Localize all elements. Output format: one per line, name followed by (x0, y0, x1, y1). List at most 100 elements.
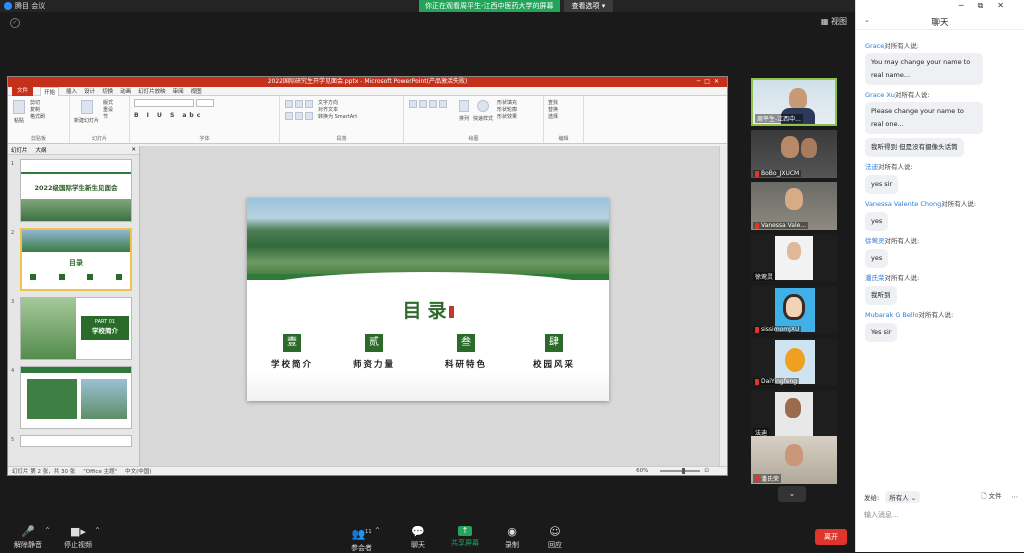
record-button[interactable]: ◉ 录制 (505, 526, 519, 550)
replace-button[interactable]: 替换 (548, 106, 579, 113)
share-screen-button[interactable]: ↑ 共享屏幕 (451, 526, 479, 548)
participant-face (787, 242, 801, 260)
tab-slides[interactable]: 幻灯片 (11, 146, 28, 154)
chevron-down-icon[interactable]: ⌄ (864, 16, 870, 24)
shape-outline-button[interactable]: 形状轮廓 (497, 106, 517, 113)
font-size-select[interactable] (196, 99, 214, 107)
video-tile[interactable]: BoBo_JXUCM (751, 130, 837, 178)
shape-oval-icon[interactable] (429, 100, 437, 108)
copy-button[interactable]: 复制 (30, 106, 45, 113)
section-button[interactable]: 节 (103, 113, 113, 120)
shape-fill-button[interactable]: 形状填充 (497, 99, 517, 106)
font-format-buttons[interactable]: B I U S abc (134, 112, 275, 119)
video-tile[interactable]: 潘氏荣 (751, 436, 837, 484)
sender-name: 法迪 (865, 163, 878, 171)
shape-rect-icon[interactable] (409, 100, 417, 108)
leave-meeting-button[interactable]: 离开 (815, 529, 847, 545)
chevron-up-icon[interactable]: ^ (375, 527, 380, 534)
quick-styles-label: 快速样式 (473, 116, 494, 122)
participant-count: 11 (365, 529, 372, 535)
message-bubble: yes (865, 249, 889, 268)
participants-button[interactable]: 👥11 参会者 ^ (351, 526, 380, 553)
slide-thumbnail-5[interactable] (20, 435, 132, 447)
bullets-icon[interactable] (285, 100, 293, 108)
align-center-icon[interactable] (295, 112, 303, 120)
view-options-button[interactable]: 查看选项 ▾ (563, 0, 614, 12)
font-name-select[interactable] (134, 99, 194, 107)
zoom-slider[interactable] (660, 468, 701, 474)
chevron-up-icon[interactable]: ^ (95, 527, 100, 534)
ppt-tab-insert[interactable]: 插入 (66, 87, 77, 95)
indent-icon[interactable] (305, 100, 313, 108)
layout-button[interactable]: 版式 (103, 99, 113, 106)
smartart-button[interactable]: 转换为 SmartArt (318, 113, 357, 120)
ppt-tab-transitions[interactable]: 切换 (102, 87, 113, 95)
slide-thumbnail-3[interactable]: PART 01 学校简介 (20, 297, 132, 360)
format-painter-button[interactable]: 格式刷 (30, 113, 45, 120)
video-tile[interactable]: sissimomJXU (751, 286, 837, 334)
window-controls[interactable]: ─⧉✕ (959, 1, 1018, 11)
recipient-select[interactable]: 所有人 ⌄ (885, 490, 921, 503)
select-button[interactable]: 选择 (548, 113, 579, 120)
slide-thumbnail-4[interactable] (20, 366, 132, 429)
shape-effects-button[interactable]: 形状效果 (497, 113, 517, 120)
fit-window-icon[interactable]: ⊡ (704, 468, 709, 474)
shape-arrow-icon[interactable] (439, 100, 447, 108)
security-shield-icon[interactable]: ✓ (10, 18, 20, 28)
align-right-icon[interactable] (305, 112, 313, 120)
ppt-tab-review[interactable]: 审阅 (173, 87, 184, 95)
gallery-scroll-down-button[interactable]: ⌄ (778, 486, 806, 502)
chat-message-input[interactable]: 输入消息... (864, 510, 899, 520)
meeting-app: 腾目 会议 你正在观看周平生-江西中医药大学的屏幕 查看选项 ▾ ✓ ▦ 视图 … (0, 0, 1024, 552)
toc-item: 壹 学校简介 (257, 330, 327, 370)
arrange-icon[interactable] (459, 100, 469, 112)
find-button[interactable]: 查找 (548, 99, 579, 106)
chevron-up-icon[interactable]: ^ (45, 527, 50, 534)
numbering-icon[interactable] (295, 100, 303, 108)
ppt-window-controls[interactable]: ─□✕ (697, 77, 723, 87)
stop-video-button[interactable]: ■▸ 停止视频 ^ (64, 526, 100, 550)
shape-line-icon[interactable] (419, 100, 427, 108)
ppt-vertical-scrollbar[interactable] (719, 146, 727, 466)
more-options-icon[interactable]: ⋯ (1012, 493, 1019, 501)
language: 中文(中国) (125, 469, 152, 475)
video-tile[interactable]: 法迪 (751, 390, 837, 438)
align-text-button[interactable]: 对齐文本 (318, 106, 357, 113)
video-tile[interactable]: 周平生-江西中... (751, 78, 837, 126)
file-button[interactable]: 🗋 文件 (981, 490, 1001, 503)
ppt-tab-design[interactable]: 设计 (84, 87, 95, 95)
unmute-button[interactable]: 🎤 解除静音 ^ (14, 526, 50, 550)
new-slide-icon[interactable] (80, 100, 93, 114)
thumb-toc-box (87, 274, 94, 280)
ppt-tab-file[interactable]: 文件 (12, 86, 34, 96)
video-tile[interactable]: 徐莺灵 (751, 234, 837, 282)
video-tile[interactable]: Vanessa Vale... (751, 182, 837, 230)
reactions-button[interactable]: ☺ 回应 (548, 526, 562, 550)
align-left-icon[interactable] (285, 112, 293, 120)
ppt-tab-home[interactable]: 开始 (40, 86, 60, 96)
ppt-tab-slideshow[interactable]: 幻灯片放映 (138, 87, 166, 95)
slide-thumbnail-2[interactable]: 目录 (20, 228, 132, 291)
video-tile[interactable]: DaiYingfeng (751, 338, 837, 386)
group-name-paragraph: 段落 (336, 136, 347, 142)
quick-styles-icon[interactable] (477, 100, 489, 112)
message-bubble: You may change your name to real name... (865, 53, 983, 85)
zoom-slider-knob[interactable] (682, 468, 686, 474)
chat-button[interactable]: 💬 聊天 (411, 526, 425, 550)
cut-button[interactable]: 剪切 (30, 99, 45, 106)
reset-button[interactable]: 重设 (103, 106, 113, 113)
paste-icon[interactable] (13, 100, 25, 114)
view-button[interactable]: ▦ 视图 (821, 16, 847, 27)
message-bubble: yes (865, 212, 889, 231)
muted-mic-icon (755, 326, 759, 333)
arrange-label: 排列 (458, 116, 469, 122)
ppt-tab-view[interactable]: 视图 (191, 87, 202, 95)
slide-thumbnail-1[interactable]: 2022级国际学生新生见面会 (20, 159, 132, 222)
text-direction-button[interactable]: 文字方向 (318, 99, 357, 106)
ppt-ribbon-tabs: 文件 开始 插入 设计 切换 动画 幻灯片放映 审阅 视图 (8, 86, 727, 96)
zoom-control[interactable]: 60% ⊡ (636, 468, 717, 474)
ppt-tab-animations[interactable]: 动画 (120, 87, 131, 95)
thumb-number: 5 (11, 437, 15, 443)
tab-outline[interactable]: 大纲 (36, 146, 47, 154)
close-panel-icon[interactable]: ✕ (131, 147, 136, 153)
